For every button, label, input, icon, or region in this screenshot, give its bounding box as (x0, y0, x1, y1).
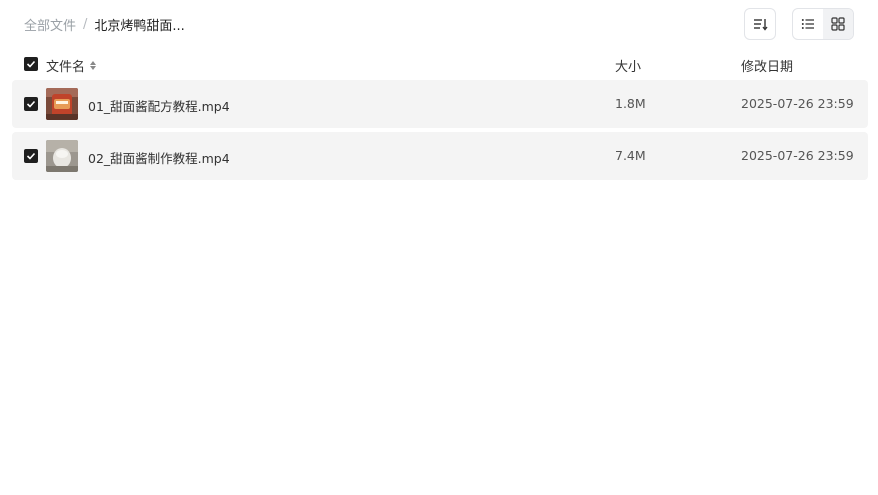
file-size: 7.4M (615, 148, 646, 163)
grid-view-button[interactable] (823, 9, 853, 39)
table-row[interactable]: 02_甜面酱制作教程.mp4 7.4M 2025-07-26 23:59 (12, 132, 868, 180)
table-header: 文件名 大小 修改日期 (0, 50, 878, 78)
file-name[interactable]: 02_甜面酱制作教程.mp4 (88, 148, 230, 167)
list-view-button[interactable] (793, 9, 823, 39)
list-view-icon (801, 19, 814, 29)
column-header-name-label: 文件名 (46, 60, 86, 75)
file-size: 1.8M (615, 96, 646, 111)
breadcrumb: 全部文件 / 北京烤鸭甜面... (24, 14, 185, 34)
file-date: 2025-07-26 23:59 (741, 148, 854, 163)
sort-arrows-icon (90, 61, 97, 70)
view-toggle (792, 8, 854, 40)
check-icon (26, 60, 36, 68)
check-icon (26, 100, 36, 108)
column-header-date: 修改日期 (741, 60, 794, 75)
column-header-size: 大小 (615, 60, 642, 75)
video-thumbnail (46, 88, 78, 120)
breadcrumb-current-folder: 北京烤鸭甜面... (94, 18, 185, 34)
file-name[interactable]: 01_甜面酱配方教程.mp4 (88, 96, 230, 115)
sort-icon (754, 19, 768, 31)
check-icon (26, 152, 36, 160)
grid-view-icon (831, 17, 845, 31)
row-checkbox[interactable] (24, 97, 38, 111)
breadcrumb-root[interactable]: 全部文件 (24, 15, 76, 34)
row-checkbox[interactable] (24, 149, 38, 163)
video-thumbnail (46, 140, 78, 172)
file-date: 2025-07-26 23:59 (741, 96, 854, 111)
sort-button[interactable] (744, 8, 776, 40)
select-all-checkbox[interactable] (24, 57, 38, 71)
breadcrumb-separator: / (83, 16, 88, 32)
column-header-name[interactable]: 文件名 (46, 56, 97, 75)
table-row[interactable]: 01_甜面酱配方教程.mp4 1.8M 2025-07-26 23:59 (12, 80, 868, 128)
